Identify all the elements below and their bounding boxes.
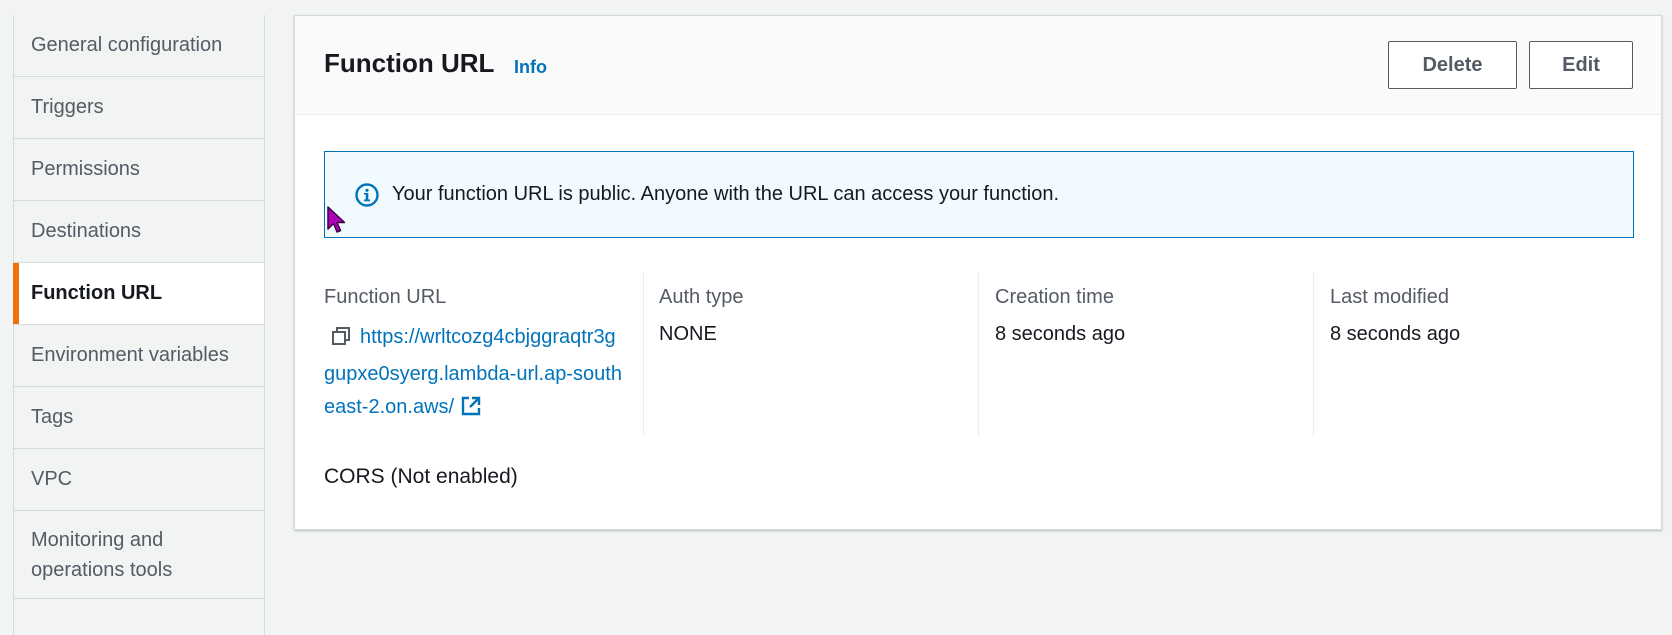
info-link[interactable]: Info [514, 57, 547, 78]
function-url-value: https://wrltcozg4cbjggraqtr3ggupxe0syerg… [324, 321, 624, 428]
last-modified-label: Last modified [1330, 286, 1449, 308]
auth-type-value: NONE [659, 323, 717, 345]
sidebar-item-permissions[interactable]: Permissions [14, 139, 264, 201]
mouse-cursor-icon [326, 205, 348, 240]
details-columns: Function URL https://wrltcozg4cbjggraqtr… [324, 272, 1634, 436]
function-url-panel: Function URL Info Delete Edit Your funct… [294, 15, 1662, 530]
creation-time-value: 8 seconds ago [995, 323, 1126, 345]
info-circle-icon [354, 182, 380, 208]
function-url-label: Function URL [324, 286, 447, 308]
last-modified-column: Last modified 8 seconds ago [1314, 272, 1634, 436]
sidebar-item-label: Triggers [31, 96, 104, 118]
sidebar-item-monitoring-and-operations-tools[interactable]: Monitoring and operations tools [14, 511, 264, 599]
external-link-icon[interactable] [460, 395, 482, 428]
sidebar-item-label: Tags [31, 406, 74, 428]
auth-type-column: Auth type NONE [644, 272, 979, 436]
sidebar-item-triggers[interactable]: Triggers [14, 77, 264, 139]
copy-icon[interactable] [330, 325, 352, 358]
creation-time-label: Creation time [995, 286, 1114, 308]
info-alert: Your function URL is public. Anyone with… [324, 151, 1634, 238]
sidebar-item-general-configuration[interactable]: General configuration [14, 15, 264, 77]
function-url-column: Function URL https://wrltcozg4cbjggraqtr… [324, 272, 644, 436]
sidebar-item-vpc[interactable]: VPC [14, 449, 264, 511]
creation-time-column: Creation time 8 seconds ago [979, 272, 1314, 436]
sidebar-item-label: Environment variables [31, 344, 229, 366]
auth-type-label: Auth type [659, 286, 744, 308]
sidebar-item-destinations[interactable]: Destinations [14, 201, 264, 263]
sidebar-item-label: Monitoring and operations tools [31, 528, 173, 581]
delete-button[interactable]: Delete [1388, 41, 1517, 89]
panel-header: Function URL Info Delete Edit [295, 16, 1661, 115]
sidebar-item-label: Function URL [31, 282, 163, 304]
last-modified-value: 8 seconds ago [1330, 323, 1461, 345]
sidebar-item-environment-variables[interactable]: Environment variables [14, 325, 264, 387]
sidebar-item-tags[interactable]: Tags [14, 387, 264, 449]
sidebar-item-label: General configuration [31, 34, 223, 56]
side-navigation: General configuration Triggers Permissio… [13, 15, 265, 635]
cors-status[interactable]: CORS (Not enabled) [324, 465, 518, 489]
page-title: Function URL [324, 48, 495, 78]
edit-button[interactable]: Edit [1529, 41, 1633, 89]
sidebar-item-label: Permissions [31, 158, 140, 180]
sidebar-item-function-url[interactable]: Function URL [13, 263, 264, 325]
alert-message: Your function URL is public. Anyone with… [392, 183, 1060, 205]
sidebar-item-label: Destinations [31, 220, 142, 242]
sidebar-item-label: VPC [31, 468, 73, 490]
